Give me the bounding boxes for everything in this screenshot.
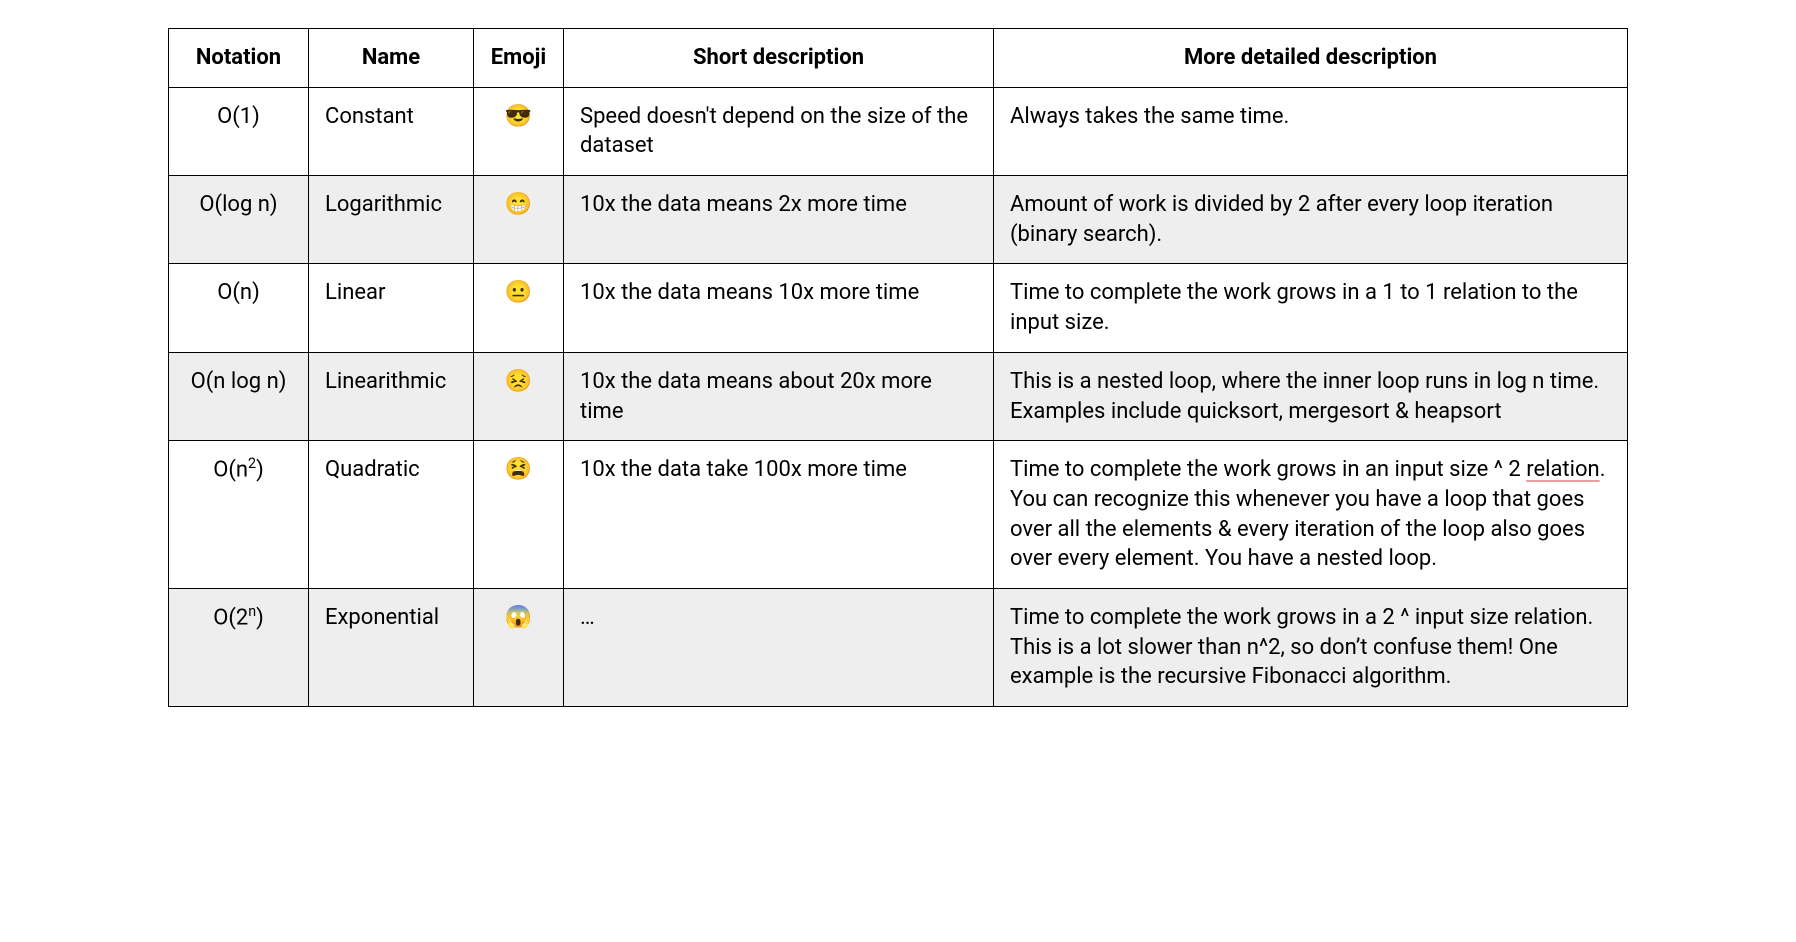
cell-detailed-description: Time to complete the work grows in a 2 ^… bbox=[994, 588, 1628, 706]
cell-notation: O(n) bbox=[169, 264, 309, 352]
col-header-notation: Notation bbox=[169, 29, 309, 88]
cell-notation: O(1) bbox=[169, 87, 309, 175]
cell-notation: O(n2) bbox=[169, 441, 309, 589]
cell-detailed-description: Time to complete the work grows in an in… bbox=[994, 441, 1628, 589]
table-row: O(n log n)Linearithmic😣10x the data mean… bbox=[169, 352, 1628, 440]
cell-emoji: 😁 bbox=[474, 176, 564, 264]
table-body: O(1)Constant😎Speed doesn't depend on the… bbox=[169, 87, 1628, 706]
col-header-short: Short description bbox=[564, 29, 994, 88]
table-row: O(n)Linear😐10x the data means 10x more t… bbox=[169, 264, 1628, 352]
cell-name: Linearithmic bbox=[309, 352, 474, 440]
cell-short-description: 10x the data take 100x more time bbox=[564, 441, 994, 589]
cell-notation: O(n log n) bbox=[169, 352, 309, 440]
table-row: O(2n)Exponential😱…Time to complete the w… bbox=[169, 588, 1628, 706]
cell-short-description: 10x the data means about 20x more time bbox=[564, 352, 994, 440]
cell-short-description: … bbox=[564, 588, 994, 706]
col-header-emoji: Emoji bbox=[474, 29, 564, 88]
table-row: O(n2)Quadratic😫10x the data take 100x mo… bbox=[169, 441, 1628, 589]
cell-detailed-description: Time to complete the work grows in a 1 t… bbox=[994, 264, 1628, 352]
cell-name: Linear bbox=[309, 264, 474, 352]
cell-short-description: Speed doesn't depend on the size of the … bbox=[564, 87, 994, 175]
bigo-complexity-table: Notation Name Emoji Short description Mo… bbox=[168, 28, 1628, 707]
cell-name: Constant bbox=[309, 87, 474, 175]
table-row: O(1)Constant😎Speed doesn't depend on the… bbox=[169, 87, 1628, 175]
table-row: O(log n)Logarithmic😁10x the data means 2… bbox=[169, 176, 1628, 264]
cell-short-description: 10x the data means 2x more time bbox=[564, 176, 994, 264]
cell-emoji: 😱 bbox=[474, 588, 564, 706]
cell-short-description: 10x the data means 10x more time bbox=[564, 264, 994, 352]
cell-name: Quadratic bbox=[309, 441, 474, 589]
cell-name: Logarithmic bbox=[309, 176, 474, 264]
cell-emoji: 😐 bbox=[474, 264, 564, 352]
cell-detailed-description: This is a nested loop, where the inner l… bbox=[994, 352, 1628, 440]
cell-notation: O(log n) bbox=[169, 176, 309, 264]
table-header-row: Notation Name Emoji Short description Mo… bbox=[169, 29, 1628, 88]
cell-emoji: 😫 bbox=[474, 441, 564, 589]
cell-detailed-description: Amount of work is divided by 2 after eve… bbox=[994, 176, 1628, 264]
cell-name: Exponential bbox=[309, 588, 474, 706]
cell-emoji: 😣 bbox=[474, 352, 564, 440]
col-header-detail: More detailed description bbox=[994, 29, 1628, 88]
col-header-name: Name bbox=[309, 29, 474, 88]
cell-notation: O(2n) bbox=[169, 588, 309, 706]
cell-detailed-description: Always takes the same time. bbox=[994, 87, 1628, 175]
cell-emoji: 😎 bbox=[474, 87, 564, 175]
